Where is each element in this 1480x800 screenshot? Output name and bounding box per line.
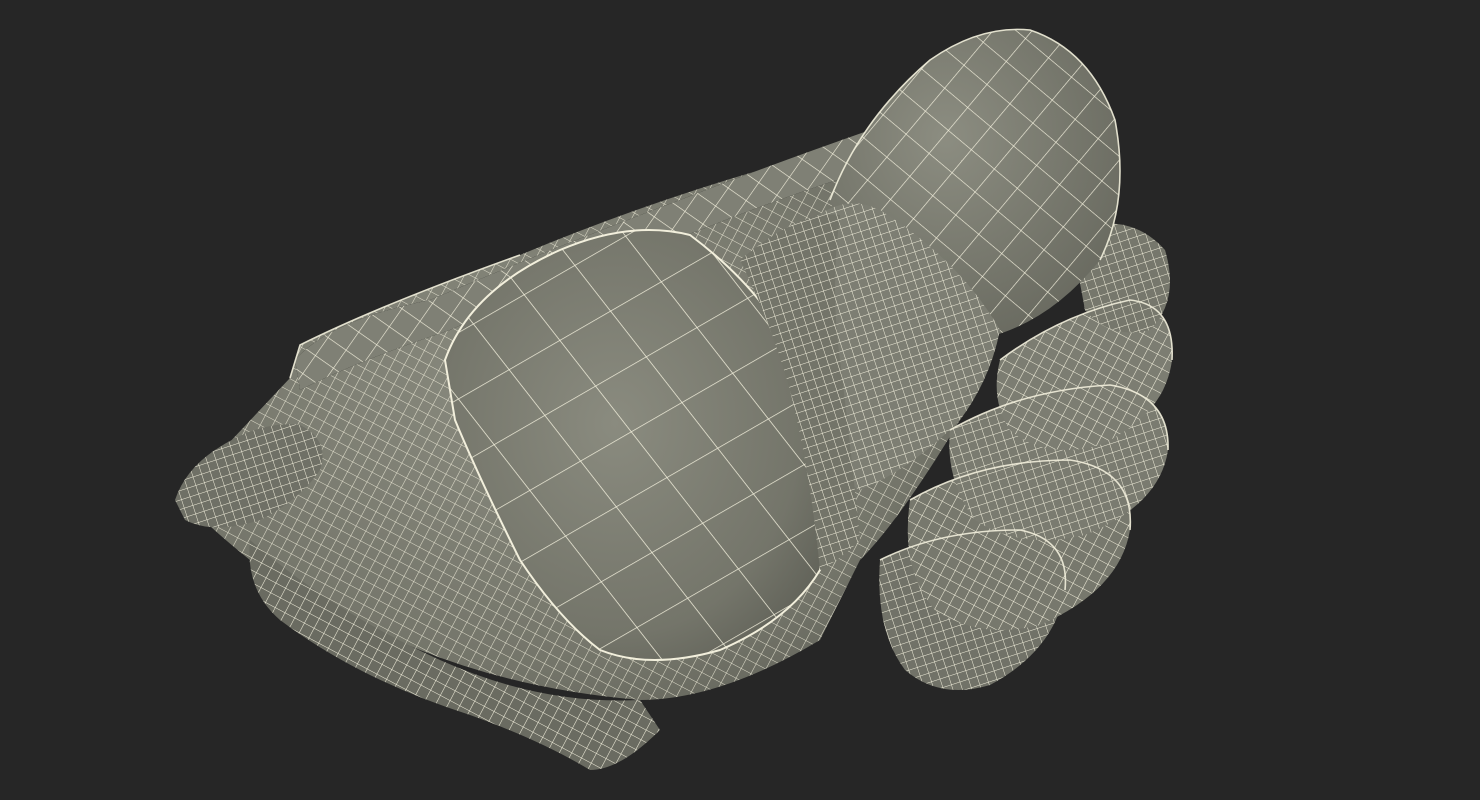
render-viewport xyxy=(0,0,1480,800)
glove-wireframe-render xyxy=(175,28,1173,770)
